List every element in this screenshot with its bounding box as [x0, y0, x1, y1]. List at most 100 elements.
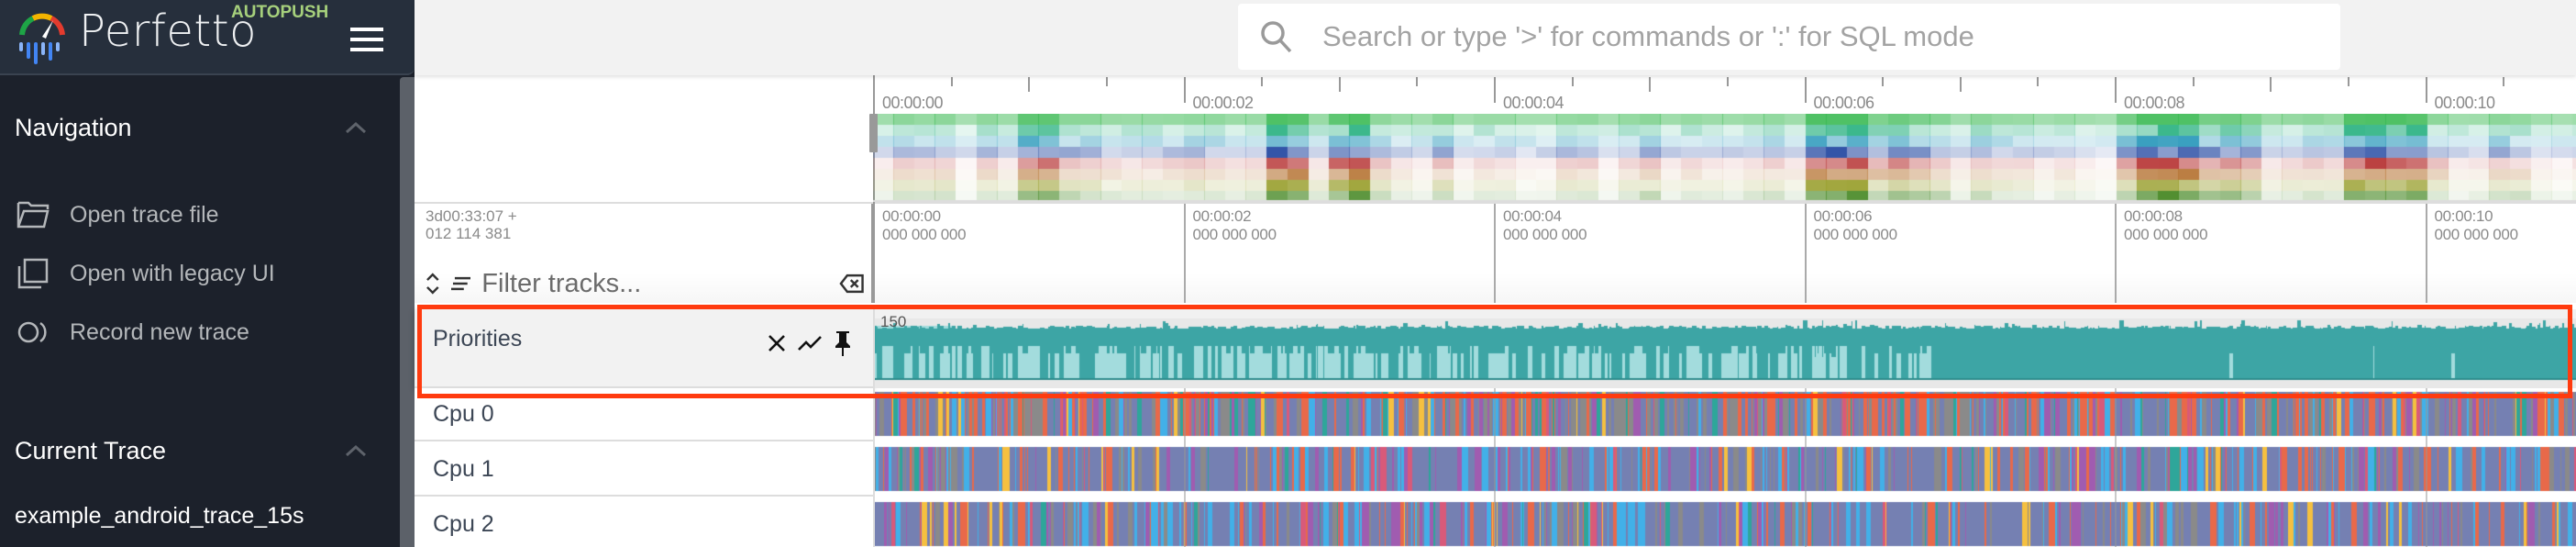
track-canvas[interactable] — [873, 388, 2576, 441]
search-input[interactable] — [1322, 20, 2239, 53]
track-canvas[interactable] — [873, 497, 2576, 547]
track-title: Priorities — [433, 326, 523, 352]
overview-drag-handle[interactable] — [869, 114, 878, 152]
perfetto-logo-icon — [19, 13, 65, 64]
pin-icon[interactable] — [829, 329, 857, 357]
cpu-0-slices[interactable] — [875, 388, 2576, 441]
gridline — [1804, 388, 1807, 547]
overview-tick-label: 00:00:08 — [2124, 94, 2185, 112]
track-priorities[interactable]: Priorities 150 — [415, 309, 2576, 388]
track-header[interactable]: Priorities — [415, 309, 873, 388]
overview-minor-tick — [2270, 77, 2272, 92]
close-icon[interactable] — [763, 329, 790, 357]
axis-tick-time: 00:00:10 — [2434, 207, 2493, 225]
expand-collapse-all-icon[interactable] — [424, 271, 442, 296]
overview-minor-tick — [2503, 77, 2505, 86]
track-header[interactable]: Cpu 2 — [415, 497, 873, 547]
axis-tick-line — [2115, 204, 2117, 303]
track-title: Cpu 2 — [433, 511, 494, 537]
overview-minor-tick — [1338, 77, 1341, 92]
axis-tick-subtime: 000 000 000 — [1813, 226, 1898, 243]
overview-major-tick — [2425, 77, 2427, 103]
search-icon — [1261, 21, 1292, 53]
app-brand: Perfetto — [79, 6, 257, 57]
axis-tick-time: 00:00:02 — [1192, 207, 1252, 225]
nav-item-open-trace-file[interactable]: Open trace file — [17, 196, 219, 233]
gridline — [2115, 388, 2117, 547]
overview-tick-label: 00:00:04 — [1503, 94, 1564, 112]
axis-tick-label: 00:00:02 000 000 000 — [1193, 207, 1277, 244]
time-axis: 3d00:33:07 + 012 114 381 00:00:00000 000… — [415, 204, 2576, 303]
gridline — [1183, 388, 1186, 547]
chevron-up-icon[interactable] — [345, 444, 367, 457]
overview-major-tick — [2115, 77, 2117, 103]
omnibox[interactable] — [1238, 4, 2340, 70]
show-chart-icon[interactable] — [796, 329, 824, 357]
overview-major-tick — [1804, 77, 1807, 103]
gridline — [2425, 388, 2427, 547]
current-trace-name[interactable]: example_android_trace_15s — [15, 503, 304, 530]
axis-tick-label: 00:00:00 000 000 000 — [882, 207, 967, 244]
overview-minor-tick — [1105, 77, 1108, 86]
section-title-navigation[interactable]: Navigation — [15, 114, 132, 142]
track-canvas[interactable] — [873, 441, 2576, 497]
topbar — [415, 0, 2576, 75]
channel-badge: AUTOPUSH — [231, 3, 329, 22]
axis-tick-line — [1494, 204, 1496, 303]
hamburger-menu-icon[interactable] — [350, 28, 383, 51]
track-header[interactable]: Cpu 0 — [415, 388, 873, 441]
backspace-clear-icon[interactable] — [838, 274, 865, 294]
sidebar: Perfetto AUTOPUSH Navigation Open trace … — [0, 0, 415, 547]
axis-tick-label: 00:00:06 000 000 000 — [1813, 207, 1898, 244]
folder-open-icon — [17, 198, 50, 231]
track-shell-divider[interactable] — [871, 204, 875, 303]
axis-tick-subtime: 000 000 000 — [882, 226, 967, 243]
overview-minor-tick — [1571, 77, 1574, 86]
overview-major-tick — [1494, 77, 1496, 103]
overview-tick-label: 00:00:10 — [2434, 94, 2496, 112]
overview-minor-tick — [1959, 77, 1962, 92]
overview-major-tick — [1183, 77, 1186, 103]
overview-minor-tick — [2192, 77, 2195, 86]
axis-tick-time: 00:00:06 — [1813, 207, 1873, 225]
overview-minor-tick — [2347, 77, 2349, 86]
overview-minor-tick — [2037, 77, 2040, 86]
sidebar-header: Perfetto AUTOPUSH — [0, 0, 415, 75]
nav-item-label: Open with legacy UI — [70, 260, 275, 286]
section-title-current-trace[interactable]: Current Trace — [15, 437, 166, 465]
overview-tick-label: 00:00:00 — [882, 94, 944, 112]
record-icon — [17, 316, 50, 349]
track-header[interactable]: Cpu 1 — [415, 441, 873, 497]
gridline — [1494, 388, 1496, 547]
overview-minor-tick — [1726, 77, 1729, 86]
y-axis-max-label: 150 — [880, 313, 907, 330]
axis-tick-time: 00:00:00 — [882, 207, 941, 225]
axis-tick-subtime: 000 000 000 — [2434, 226, 2519, 243]
track-filter-bar — [424, 268, 864, 299]
track-canvas[interactable]: 150 — [873, 309, 2576, 388]
overview-heatmap[interactable] — [873, 114, 2576, 202]
axis-tick-label: 00:00:04 000 000 000 — [1503, 207, 1587, 244]
overview-minor-tick — [1882, 77, 1885, 86]
sidebar-scrollbar[interactable] — [400, 77, 415, 547]
axis-tick-subtime: 000 000 000 — [1192, 226, 1277, 243]
filter-none-icon — [17, 257, 50, 290]
axis-tick-time: 00:00:08 — [2124, 207, 2183, 225]
overview-tick-label: 00:00:02 — [1192, 94, 1255, 112]
axis-tick-subtime: 000 000 000 — [1503, 226, 1587, 243]
overview-minor-tick — [1261, 77, 1264, 86]
nav-item-record-new-trace[interactable]: Record new trace — [17, 314, 249, 351]
axis-tick-label: 00:00:10 000 000 000 — [2434, 207, 2519, 244]
axis-tick-line — [2425, 204, 2427, 303]
filter-tracks-input[interactable] — [481, 268, 834, 299]
nav-item-open-legacy-ui[interactable]: Open with legacy UI — [17, 255, 275, 292]
cpu-2-slices[interactable] — [875, 497, 2576, 547]
overview-timeline[interactable]: 00:00:00 00:00:02 00:00:04 00:00:06 00:00:08… — [415, 75, 2576, 204]
priorities-chart[interactable] — [875, 309, 2576, 388]
axis-tick-label: 00:00:08 000 000 000 — [2124, 207, 2208, 244]
filter-list-icon — [450, 276, 471, 291]
axis-tick-time: 00:00:04 — [1503, 207, 1562, 225]
time-offset: 3d00:33:07 + 012 114 381 — [426, 207, 517, 242]
cpu-1-slices[interactable] — [875, 441, 2576, 497]
chevron-up-icon[interactable] — [345, 121, 367, 134]
